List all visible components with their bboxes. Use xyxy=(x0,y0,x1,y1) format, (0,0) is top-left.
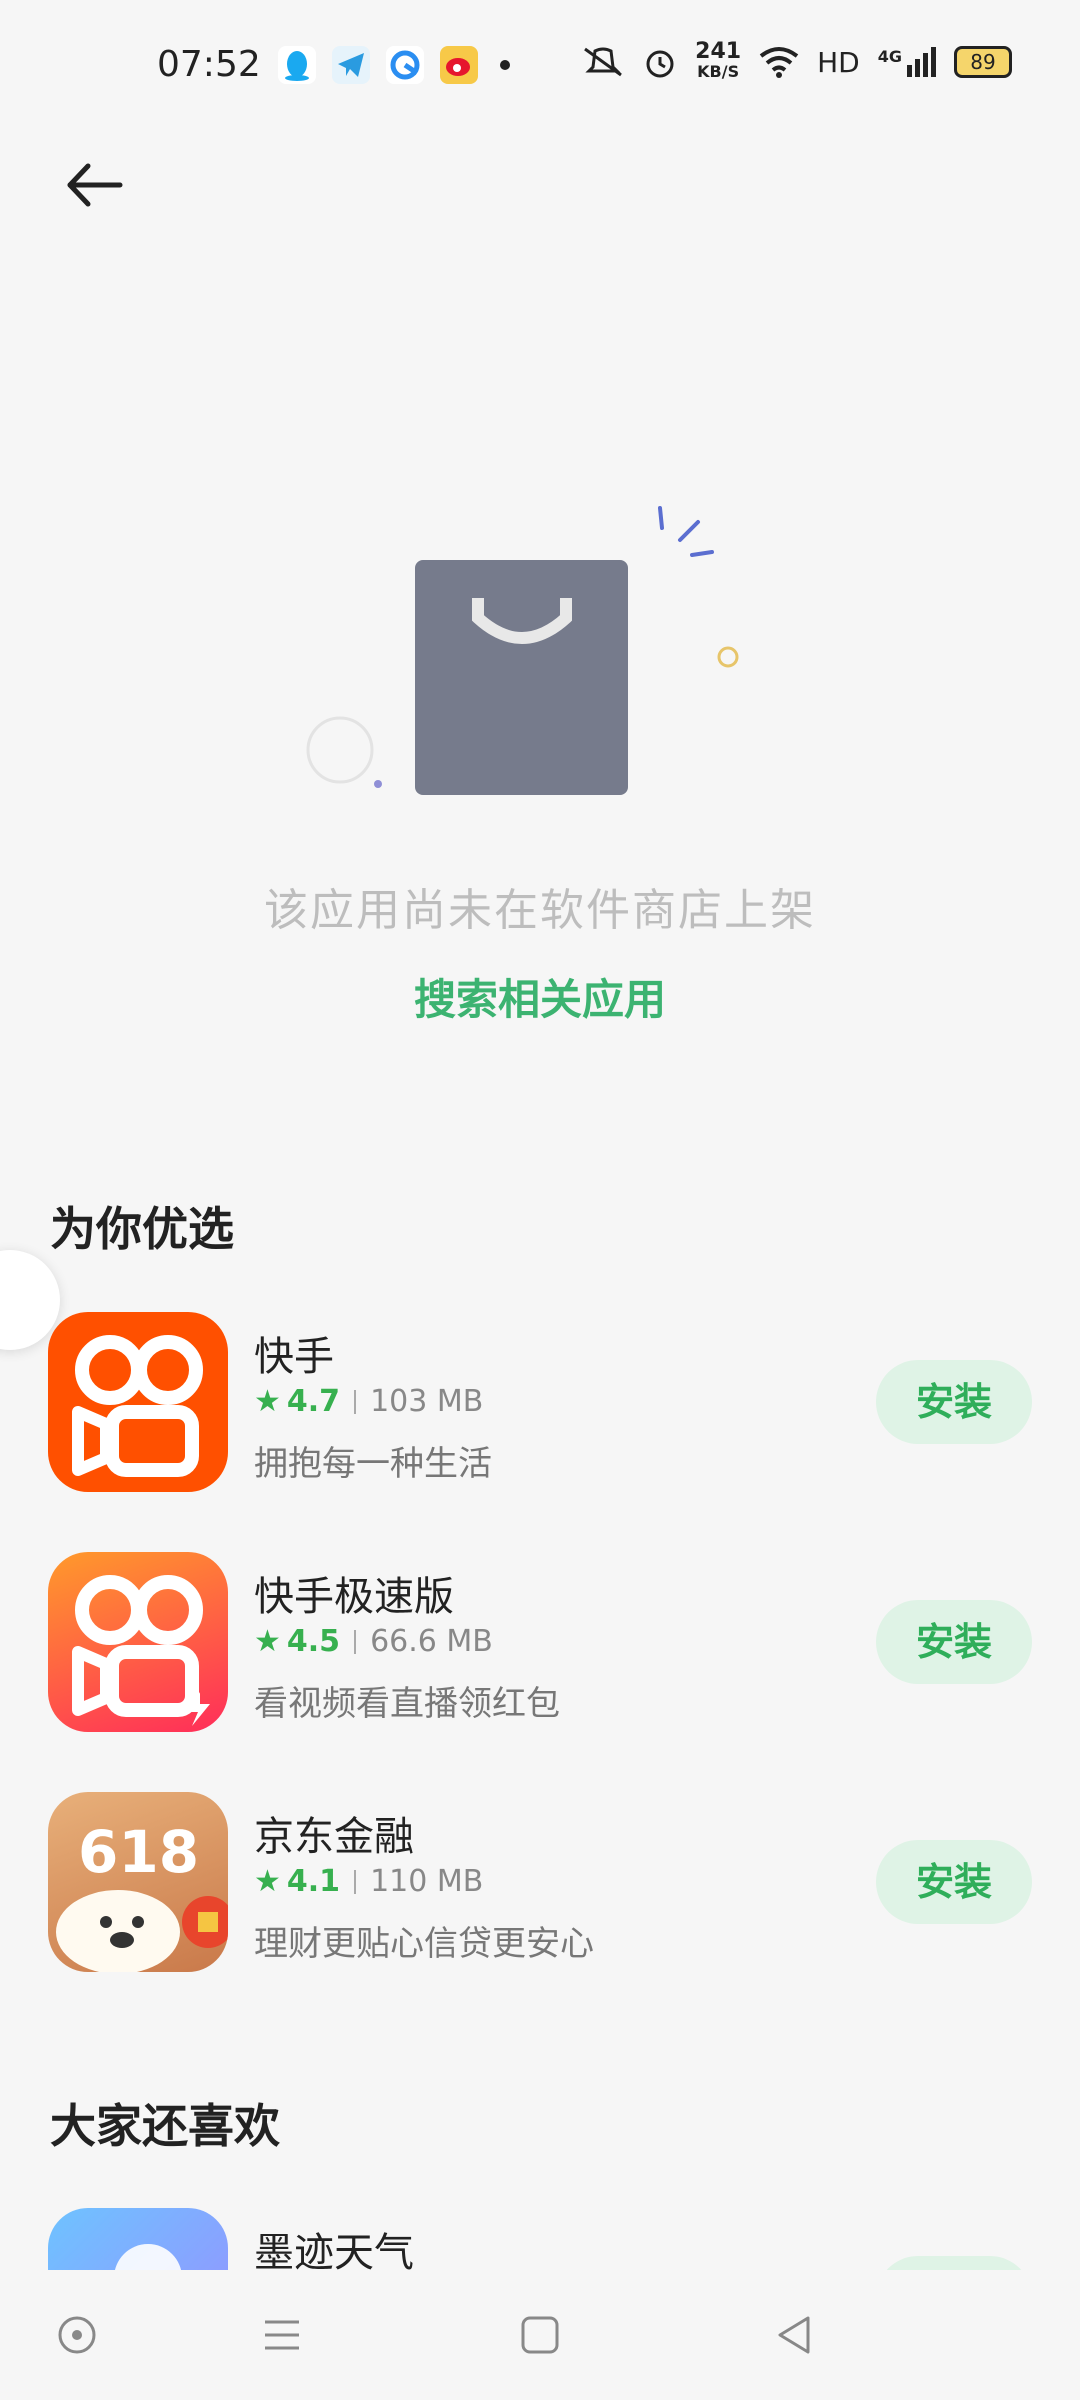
more-notifications-dot xyxy=(500,60,510,70)
recommended-section-title: 为你优选 xyxy=(50,1202,234,1256)
status-bar: 07:52 241 KB/S HD 4G 89 xyxy=(0,0,1080,140)
divider xyxy=(354,1869,357,1894)
install-button[interactable] xyxy=(876,2256,1032,2270)
app-description: 看视频看直播领红包 xyxy=(254,1684,560,1724)
app-list-item[interactable]: 618 京东金融 ★ 4.1 110 MB 理财更贴心信贷更安心 安装 xyxy=(0,1792,1080,1992)
back-triangle-icon[interactable] xyxy=(770,2310,820,2360)
status-time: 07:52 xyxy=(157,44,261,85)
app-rating: 4.7 xyxy=(286,1384,341,1419)
mute-icon xyxy=(584,47,623,77)
star-icon: ★ xyxy=(254,1864,281,1899)
app-meta: ★ 4.7 103 MB xyxy=(254,1384,483,1419)
star-icon: ★ xyxy=(254,1384,281,1419)
empty-shopping-bag-illustration xyxy=(300,500,760,800)
star-icon: ★ xyxy=(254,1624,281,1659)
home-icon[interactable] xyxy=(515,2310,565,2360)
back-arrow-icon xyxy=(67,163,123,207)
app-description: 拥抱每一种生活 xyxy=(254,1444,492,1484)
app-name: 快手 xyxy=(254,1334,334,1380)
speed-value: 241 xyxy=(695,39,742,64)
app-size: 103 MB xyxy=(370,1384,484,1419)
menu-icon[interactable] xyxy=(257,2310,307,2360)
app-list-item[interactable]: 墨迹天气 xyxy=(0,2208,1080,2270)
app-rating: 4.5 xyxy=(286,1624,341,1659)
search-related-apps-link[interactable]: 搜索相关应用 xyxy=(0,966,1080,1027)
system-nav-bar xyxy=(0,2270,1080,2400)
jd-618-text: 618 xyxy=(78,1818,199,1886)
install-button[interactable]: 安装 xyxy=(876,1840,1032,1924)
telegram-icon xyxy=(332,46,370,84)
empty-message: 该应用尚未在软件商店上架 xyxy=(264,885,816,936)
app-rating: 4.1 xyxy=(286,1864,341,1899)
moji-weather-icon xyxy=(48,2208,228,2270)
wifi-icon xyxy=(759,47,799,78)
speed-unit: KB/S xyxy=(697,62,740,81)
install-button[interactable]: 安装 xyxy=(876,1600,1032,1684)
app-size: 110 MB xyxy=(370,1864,484,1899)
back-button[interactable] xyxy=(60,150,130,220)
weibo-icon xyxy=(440,46,478,84)
signal-icon: 4G xyxy=(878,47,936,77)
app-name: 京东金融 xyxy=(254,1814,414,1860)
app-list-item[interactable]: 快手 ★ 4.7 103 MB 拥抱每一种生活 安装 xyxy=(0,1312,1080,1512)
kuaishou-lite-icon xyxy=(48,1552,228,1732)
divider xyxy=(354,1629,357,1654)
qq-icon xyxy=(278,46,316,84)
browser-icon xyxy=(386,46,424,84)
app-list-item[interactable]: 快手极速版 ★ 4.5 66.6 MB 看视频看直播领红包 安装 xyxy=(0,1552,1080,1752)
network-speed: 241 KB/S xyxy=(695,39,742,82)
battery-icon: 89 xyxy=(954,46,1012,78)
notification-icons xyxy=(278,46,510,84)
install-button[interactable]: 安装 xyxy=(876,1360,1032,1444)
assistant-icon[interactable] xyxy=(52,2310,102,2360)
hd-label: HD xyxy=(817,45,860,79)
divider xyxy=(354,1389,357,1414)
status-indicators: 241 KB/S HD 4G 89 xyxy=(581,39,1012,82)
app-size: 66.6 MB xyxy=(370,1624,493,1659)
app-name: 墨迹天气 xyxy=(254,2230,414,2270)
app-name: 快手极速版 xyxy=(254,1574,454,1620)
app-description: 理财更贴心信贷更安心 xyxy=(254,1924,594,1964)
also-like-section-title: 大家还喜欢 xyxy=(50,2099,280,2153)
app-meta: ★ 4.1 110 MB xyxy=(254,1864,483,1899)
kuaishou-icon xyxy=(48,1312,228,1492)
alarm-icon xyxy=(646,50,674,78)
app-meta: ★ 4.5 66.6 MB xyxy=(254,1624,493,1659)
jd-finance-icon: 618 xyxy=(48,1792,228,1972)
